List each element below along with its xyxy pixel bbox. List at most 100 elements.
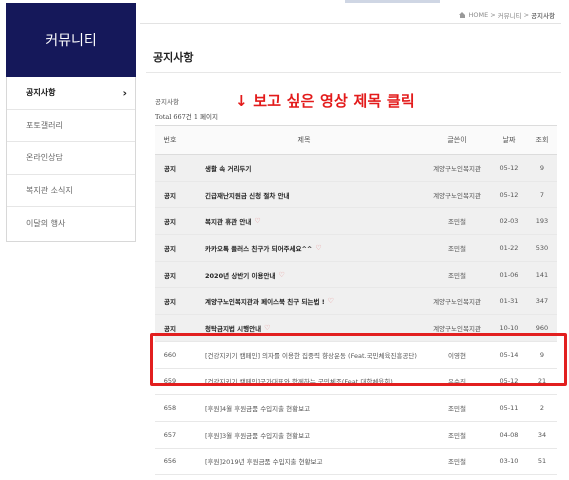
post-title-link[interactable]: 계양구노인복지관과 페이스북 친구 되는법 ! ♡ — [185, 296, 423, 306]
sidebar-item-photo-gallery[interactable]: 포토갤러리 — [7, 110, 135, 143]
post-title-link[interactable]: 2020년 상반기 이용안내 ♡ — [185, 270, 423, 280]
post-title-text: 카카오톡 플러스 친구가 되어주세요^^ — [205, 244, 313, 253]
table-row[interactable]: 공지 긴급재난지원금 신청 절차 안내 계양구노인복지관 05-12 7 — [155, 181, 557, 209]
post-views: 7 — [539, 190, 545, 199]
table-row[interactable]: 659 [건강지키기 캠페인]국가대표와 함께하는 국민체조(Feat.대한체육회… — [155, 369, 557, 396]
post-title-link[interactable]: [후원]4월 후원금품 수입지출 현황보고 — [185, 403, 423, 413]
post-date: 05-12 — [499, 163, 519, 172]
post-title-link[interactable]: 긴급재난지원금 신청 절차 안내 — [185, 190, 423, 200]
breadcrumb-current: 공지사항 — [531, 12, 555, 20]
total-count: Total 667건 1 페이지 — [155, 113, 218, 121]
post-views: 141 — [535, 270, 549, 279]
breadcrumb-separator: > — [490, 11, 496, 19]
heart-icon: ♡ — [254, 217, 261, 226]
breadcrumb-section[interactable]: 커뮤니티 — [498, 10, 522, 20]
sidebar-item-online-counsel[interactable]: 온라인상담 — [7, 142, 135, 175]
table-row[interactable]: 공지 청탁금지법 시행안내 ♡ 계양구노인복지관 10-10 960 — [155, 315, 557, 342]
post-number: 656 — [163, 457, 177, 466]
post-writer: 조민철 — [448, 458, 466, 467]
post-date: 02-03 — [499, 217, 519, 226]
table-row[interactable]: 공지 카카오톡 플러스 친구가 되어주세요^^ ♡ 조민철 01-22 530 — [155, 235, 557, 262]
table-row[interactable]: 655[후원]2월 후원금품 수입지출 현황보고조민철03-1039 — [155, 475, 557, 480]
post-title-text: [건강지키기 캠페인]국가대표와 함께하는 국민체조(Feat.대한체육회) — [205, 378, 393, 387]
breadcrumb-home[interactable]: HOME — [469, 11, 489, 19]
post-writer: 조민철 — [448, 271, 466, 280]
post-views: 193 — [535, 217, 549, 226]
top-banner-strip — [345, 0, 440, 3]
post-title-link[interactable]: [건강지키기 캠페인]국가대표와 함께하는 국민체조(Feat.대한체육회) — [185, 376, 423, 386]
post-title-link[interactable]: 생활 속 거리두기 — [185, 163, 423, 173]
sidebar-item-notice[interactable]: 공지사항 › — [7, 77, 135, 110]
sidebar-item-label: 온라인상담 — [26, 153, 63, 163]
post-number: 657 — [163, 430, 177, 439]
post-writer: 계양구노인복지관 — [433, 298, 481, 307]
post-writer: 조민철 — [448, 405, 466, 414]
post-writer: 이영현 — [448, 351, 466, 360]
header-title: 제목 — [297, 136, 311, 144]
post-title-text: [후원]3월 후원금품 수입지출 현황보고 — [205, 431, 311, 440]
post-title-link[interactable]: [후원]2019년 후원금품 수입지출 현황보고 — [185, 456, 423, 466]
post-number: 공지 — [164, 244, 176, 253]
post-title-text: 계양구노인복지관과 페이스북 친구 되는법 ! — [205, 298, 325, 307]
heart-icon: ♡ — [264, 323, 271, 332]
post-title-link[interactable]: [후원]3월 후원금품 수입지출 현황보고 — [185, 430, 423, 440]
post-number: 660 — [163, 350, 177, 359]
home-icon[interactable] — [458, 12, 466, 18]
post-title-link[interactable]: 카카오톡 플러스 친구가 되어주세요^^ ♡ — [185, 243, 423, 253]
post-title-link[interactable]: [건강지키기 캠페인] 의자를 이용한 집중력 향상운동 (Feat.국민체육진… — [185, 350, 423, 360]
post-date: 05-11 — [499, 404, 519, 413]
table-body: 공지 생활 속 거리두기 계양구노인복지관 05-12 9 공지 긴급재난지원금 신청 절차… — [155, 155, 557, 480]
post-number: 공지 — [164, 191, 176, 200]
post-title-text: 생활 속 거리두기 — [205, 164, 252, 173]
post-number: 공지 — [164, 218, 176, 227]
post-title-link[interactable]: 청탁금지법 시행안내 ♡ — [185, 323, 423, 333]
table-row[interactable]: 공지 2020년 상반기 이용안내 ♡ 조민철 01-06 141 — [155, 261, 557, 289]
post-views: 21 — [537, 377, 547, 386]
post-date: 01-31 — [499, 297, 519, 306]
table-header: 번호 제목 글쓴이 날짜 조회 — [155, 125, 557, 155]
post-date: 05-12 — [499, 377, 519, 386]
post-views: 530 — [535, 243, 549, 252]
post-date: 05-14 — [499, 350, 519, 359]
header-divider — [140, 23, 561, 24]
table-row[interactable]: 656 [후원]2019년 후원금품 수입지출 현황보고 조민철 03-10 51 — [155, 449, 557, 476]
sidebar-header: 커뮤니티 — [6, 3, 136, 77]
post-views: 51 — [537, 457, 547, 466]
post-date: 05-12 — [499, 190, 519, 199]
notice-board-table: 번호 제목 글쓴이 날짜 조회 공지 생활 속 거리두기 계양구노인복지관 05-12… — [155, 125, 557, 480]
post-title-text: [후원]4월 후원금품 수입지출 현황보고 — [205, 405, 311, 414]
post-writer: 계양구노인복지관 — [433, 164, 481, 173]
post-number: 공지 — [164, 271, 176, 280]
post-title-text: 청탁금지법 시행안내 — [205, 324, 262, 333]
table-row[interactable]: 공지 복지관 휴관 안내 ♡ 조민철 02-03 193 — [155, 208, 557, 236]
sidebar-item-newsletter[interactable]: 복지관 소식지 — [7, 175, 135, 208]
heart-icon: ♡ — [278, 270, 285, 279]
title-divider — [146, 72, 561, 73]
post-writer: 조민철 — [448, 431, 466, 440]
chevron-right-icon: › — [122, 86, 127, 100]
table-row[interactable]: 공지 계양구노인복지관과 페이스북 친구 되는법 ! ♡ 계양구노인복지관 01-31 3… — [155, 288, 557, 316]
header-writer: 글쓴이 — [447, 136, 467, 144]
sidebar-item-monthly-event[interactable]: 이달의 행사 — [7, 207, 135, 240]
post-views: 9 — [539, 163, 545, 172]
post-title-text: [후원]2019년 후원금품 수입지출 현황보고 — [205, 458, 323, 467]
post-title-text: 복지관 휴관 안내 — [205, 218, 252, 227]
table-row[interactable]: 657 [후원]3월 후원금품 수입지출 현황보고 조민철 04-08 34 — [155, 422, 557, 449]
instruction-annotation: ↓ 보고 싶은 영상 제목 클릭 — [235, 92, 415, 110]
post-number: 659 — [163, 377, 177, 386]
table-row[interactable]: 660 [건강지키기 캠페인] 의자를 이용한 집중력 향상운동 (Feat.국민… — [155, 342, 557, 369]
post-date: 10-10 — [499, 323, 519, 332]
sidebar-menu: 공지사항 › 포토갤러리 온라인상담 복지관 소식지 이달의 행사 — [6, 77, 136, 242]
post-views: 34 — [537, 430, 547, 439]
table-row[interactable]: 658 [후원]4월 후원금품 수입지출 현황보고 조민철 05-11 2 — [155, 395, 557, 422]
header-views: 조회 — [535, 136, 549, 144]
board-label: 공지사항 — [155, 98, 179, 106]
post-date: 01-06 — [499, 270, 519, 279]
heart-icon: ♡ — [327, 297, 334, 306]
post-title-link[interactable]: 복지관 휴관 안내 ♡ — [185, 216, 423, 226]
breadcrumb: HOME > 커뮤니티 > 공지사항 — [458, 10, 555, 20]
sidebar-title: 커뮤니티 — [45, 33, 97, 49]
table-row[interactable]: 공지 생활 속 거리두기 계양구노인복지관 05-12 9 — [155, 155, 557, 182]
sidebar-item-label: 복지관 소식지 — [26, 186, 73, 196]
post-number: 공지 — [164, 298, 176, 307]
